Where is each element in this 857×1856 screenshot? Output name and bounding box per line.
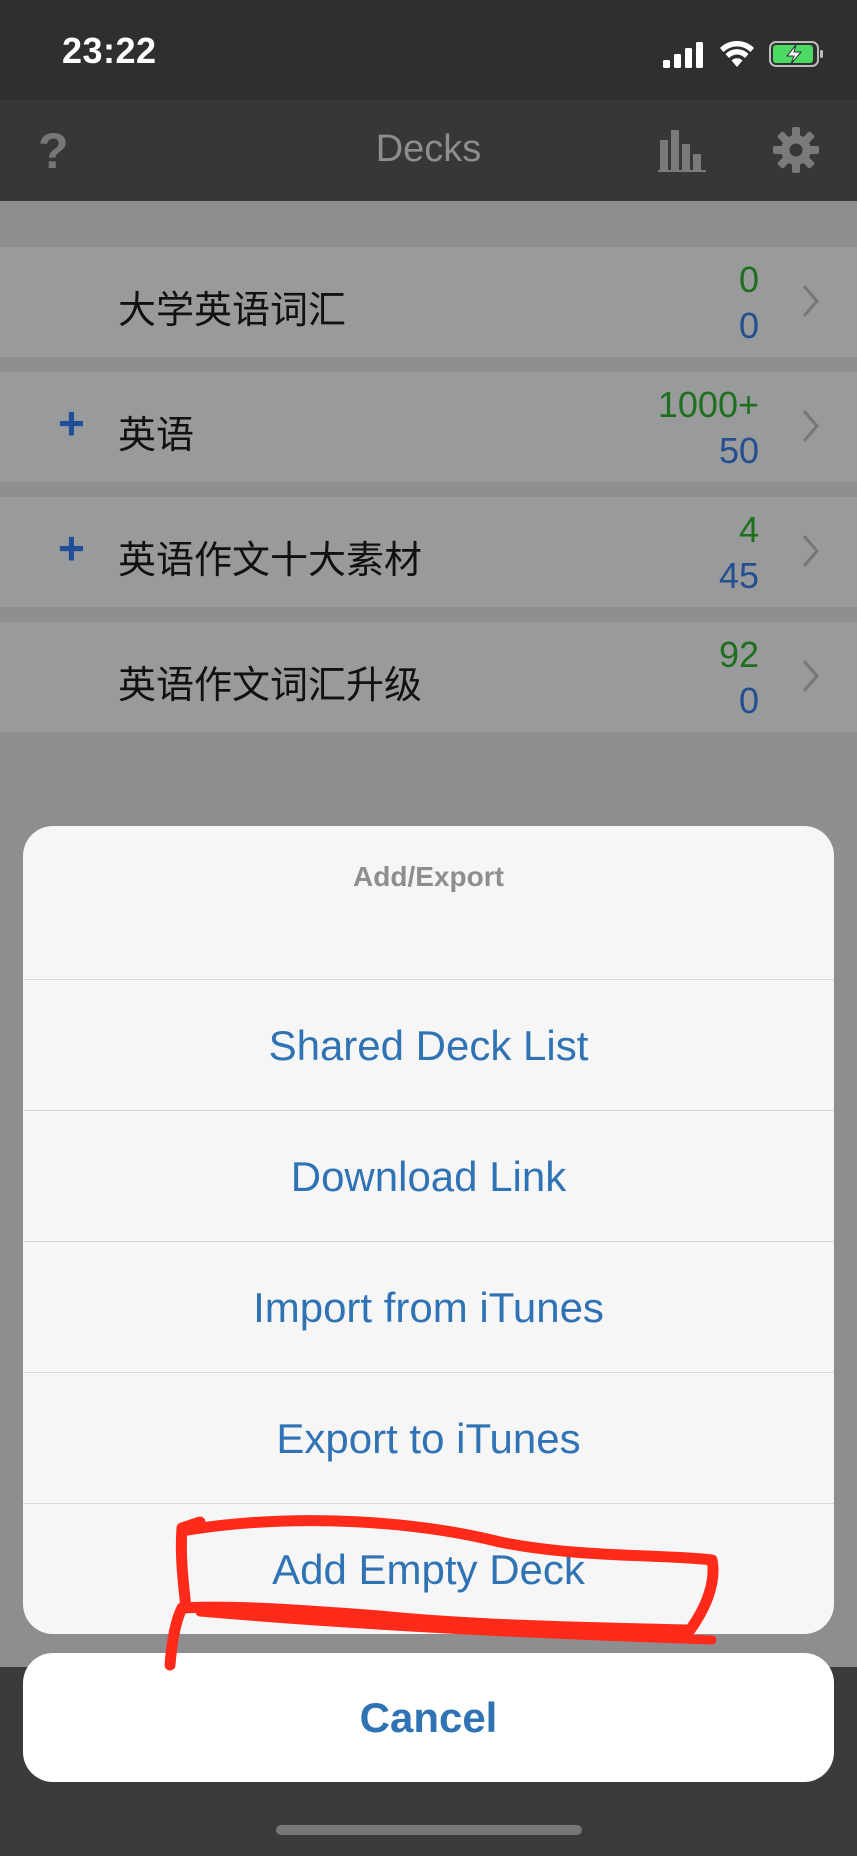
- deck-new-count: 92: [718, 634, 759, 675]
- battery-charging-icon: [769, 41, 823, 67]
- expand-plus-icon[interactable]: +: [58, 521, 85, 575]
- signal-icon: [663, 42, 703, 68]
- chevron-right-icon: [802, 535, 819, 567]
- statistics-icon[interactable]: [658, 130, 706, 172]
- home-indicator: [276, 1825, 582, 1835]
- deck-row[interactable]: + 英语 1000+ 50: [0, 372, 857, 482]
- chevron-right-icon: [802, 285, 819, 317]
- import-from-itunes-button[interactable]: Import from iTunes: [23, 1241, 834, 1373]
- shared-deck-list-button[interactable]: Shared Deck List: [23, 979, 834, 1111]
- action-sheet: Add/Export Shared Deck List Download Lin…: [23, 826, 834, 1634]
- deck-new-count: 4: [738, 509, 759, 550]
- status-icons: [663, 36, 825, 68]
- deck-row[interactable]: 英语作文词汇升级 92 0: [0, 622, 857, 732]
- nav-bar: ? Decks: [0, 100, 857, 201]
- deck-review-count: 0: [738, 305, 759, 346]
- deck-row[interactable]: + 英语作文十大素材 4 45: [0, 497, 857, 607]
- cancel-button[interactable]: Cancel: [23, 1653, 834, 1782]
- deck-name: 大学英语词汇: [118, 288, 347, 332]
- page-title: Decks: [375, 128, 482, 170]
- deck-review-count: 50: [718, 430, 759, 471]
- chevron-right-icon: [802, 660, 819, 692]
- add-empty-deck-button[interactable]: Add Empty Deck: [23, 1503, 834, 1634]
- status-time: 23:22: [62, 30, 157, 71]
- deck-new-count: 0: [738, 259, 759, 300]
- status-bar: 23:22: [0, 0, 857, 100]
- export-to-itunes-button[interactable]: Export to iTunes: [23, 1372, 834, 1504]
- deck-review-count: 45: [718, 555, 759, 596]
- deck-name: 英语作文词汇升级: [118, 663, 423, 707]
- download-link-button[interactable]: Download Link: [23, 1110, 834, 1242]
- gear-icon[interactable]: [772, 126, 820, 174]
- deck-new-count: 1000+: [657, 384, 759, 425]
- chevron-right-icon: [802, 410, 819, 442]
- deck-name: 英语作文十大素材: [118, 538, 423, 582]
- deck-name: 英语: [118, 413, 195, 457]
- deck-review-count: 0: [738, 680, 759, 721]
- deck-row[interactable]: 大学英语词汇 0 0: [0, 247, 857, 357]
- action-sheet-title: Add/Export: [353, 861, 504, 892]
- expand-plus-icon[interactable]: +: [58, 396, 85, 450]
- wifi-icon: [720, 40, 754, 67]
